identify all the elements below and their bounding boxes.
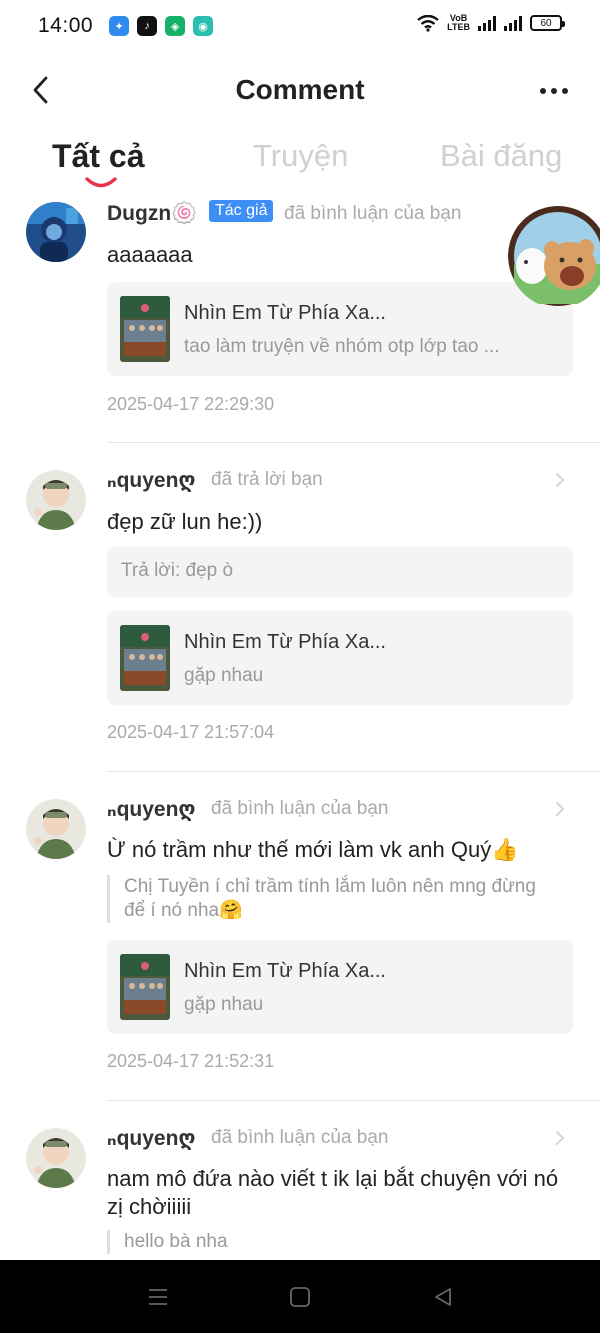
avatar[interactable]	[26, 202, 86, 262]
page-title: Comment	[235, 74, 365, 105]
quoted-comment[interactable]: hello bà nha	[107, 1230, 557, 1254]
divider	[107, 771, 600, 772]
action-text: đã bình luận của bạn	[211, 798, 389, 819]
battery-icon: 60	[530, 15, 565, 31]
menu-nav-button[interactable]	[145, 1284, 171, 1310]
username[interactable]: ₙquyenღ	[107, 797, 196, 822]
back-triangle-icon	[435, 1288, 451, 1306]
tab-stories[interactable]: Truyện	[253, 138, 348, 174]
notification-feed[interactable]: Dugzn🍥 Tác giả đã bình luận của bạn aaaa…	[0, 196, 600, 1260]
username[interactable]: ₙquyenღ	[107, 1126, 196, 1151]
menu-icon	[149, 1289, 167, 1305]
avatar[interactable]	[26, 799, 86, 859]
story-thumbnail	[120, 625, 170, 691]
comment-text[interactable]: đẹp zữ lun he:))	[107, 508, 567, 536]
divider	[107, 1100, 600, 1101]
signal-2-icon	[504, 15, 522, 31]
story-card[interactable]: Nhìn Em Từ Phía Xa... gặp nhau	[107, 940, 573, 1034]
volte-icon: VoB LTEB	[447, 13, 470, 32]
messenger-app-icon: ✦	[109, 16, 130, 36]
home-square-icon	[290, 1287, 310, 1307]
story-title: Nhìn Em Từ Phía Xa...	[184, 302, 386, 324]
status-bar: 14:00 ✦ ♪ ◈ ◉ VoB LTEB 60	[0, 0, 600, 52]
username[interactable]: Dugzn🍥	[107, 202, 197, 226]
divider	[107, 442, 600, 443]
comment-text[interactable]: aaaaaaa	[107, 241, 567, 269]
tab-bar: Tất cả Truyện Bài đăng	[0, 138, 600, 198]
header: Comment	[0, 60, 600, 122]
story-thumbnail	[120, 296, 170, 362]
active-tab-indicator	[85, 177, 117, 188]
avatar[interactable]	[26, 1128, 86, 1188]
comment-text[interactable]: Ừ nó trầm như thế mới làm vk anh Quý👍	[107, 836, 567, 864]
chat-app-icon: ◉	[193, 16, 214, 36]
signal-1-icon	[478, 15, 496, 31]
status-time: 14:00	[38, 14, 94, 37]
story-title: Nhìn Em Từ Phía Xa...	[184, 960, 386, 982]
shield-app-icon: ◈	[165, 16, 186, 36]
chevron-right-icon[interactable]	[552, 472, 568, 488]
action-text: đã bình luận của bạn	[284, 203, 462, 224]
more-options-button[interactable]	[534, 76, 574, 106]
tiktok-app-icon: ♪	[137, 16, 158, 36]
comment-text[interactable]: nam mô đứa nào viết t ik lại bắt chuyện …	[107, 1165, 567, 1221]
username[interactable]: ₙquyenღ	[107, 468, 196, 493]
reply-quote[interactable]: Trả lời: đẹp ò	[107, 547, 573, 597]
system-nav-bar	[0, 1260, 600, 1333]
back-nav-button[interactable]	[430, 1284, 456, 1310]
wifi-icon	[417, 14, 439, 32]
story-card[interactable]: Nhìn Em Từ Phía Xa... tao làm truyện về …	[107, 282, 573, 376]
more-dot-icon	[551, 88, 557, 94]
story-excerpt: tao làm truyện về nhóm otp lớp tao ...	[184, 336, 500, 357]
chevron-right-icon[interactable]	[552, 801, 568, 817]
battery-level: 60	[540, 17, 552, 29]
more-dot-icon	[562, 88, 568, 94]
story-excerpt: gặp nhau	[184, 994, 264, 1015]
story-card[interactable]: Nhìn Em Từ Phía Xa... gặp nhau	[107, 611, 573, 705]
more-dot-icon	[540, 88, 546, 94]
timestamp: 2025-04-17 21:57:04	[107, 722, 275, 742]
timestamp: 2025-04-17 22:29:30	[107, 394, 275, 414]
avatar[interactable]	[26, 470, 86, 530]
chevron-right-icon[interactable]	[552, 1130, 568, 1146]
status-indicators: VoB LTEB 60	[417, 13, 565, 32]
story-excerpt: gặp nhau	[184, 665, 264, 686]
story-title: Nhìn Em Từ Phía Xa...	[184, 631, 386, 653]
quoted-comment[interactable]: Chị Tuyền í chỉ trầm tính lắm luôn nên m…	[107, 875, 557, 923]
timestamp: 2025-04-17 21:52:31	[107, 1051, 275, 1071]
floating-sticker-button[interactable]	[508, 204, 600, 308]
action-text: đã bình luận của bạn	[211, 1127, 389, 1148]
tab-posts[interactable]: Bài đăng	[440, 138, 562, 174]
story-thumbnail	[120, 954, 170, 1020]
action-text: đã trả lời bạn	[211, 469, 323, 490]
tab-all[interactable]: Tất cả	[52, 138, 144, 175]
home-nav-button[interactable]	[287, 1284, 313, 1310]
author-badge: Tác giả	[209, 200, 274, 222]
status-app-icons: ✦ ♪ ◈ ◉	[109, 16, 214, 36]
